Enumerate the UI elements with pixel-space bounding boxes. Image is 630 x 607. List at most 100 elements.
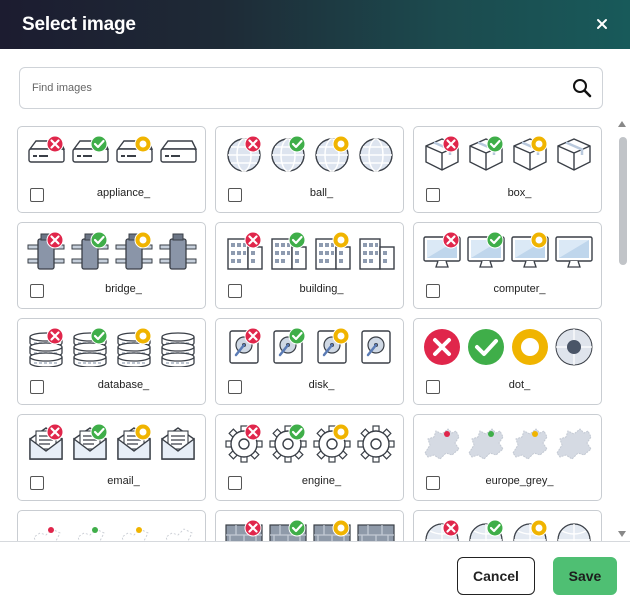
image-card[interactable]: europe_grey_ [413,414,602,501]
image-card[interactable]: database_ [17,318,206,405]
box-warning-icon[interactable] [510,135,550,175]
image-checkbox[interactable] [228,380,242,394]
image-card[interactable]: dot_ [413,318,602,405]
image-checkbox[interactable] [426,284,440,298]
engine-warning-icon[interactable] [312,423,352,463]
image-card[interactable]: ball_ [215,126,404,213]
map-sketch-warning-icon[interactable] [114,519,154,541]
image-checkbox[interactable] [228,284,242,298]
image-checkbox[interactable] [426,476,440,490]
computer-error-icon[interactable] [422,231,462,271]
image-checkbox[interactable] [228,476,242,490]
dot-warning-icon[interactable] [510,327,550,367]
ball-warning-icon[interactable] [312,135,352,175]
appliance-ok-icon[interactable] [70,135,110,175]
engine-error-icon[interactable] [224,423,264,463]
image-checkbox[interactable] [228,188,242,202]
scroll-down-arrow-icon[interactable] [618,531,626,537]
disk-error-icon[interactable] [224,327,264,367]
bridge-error-icon[interactable] [26,231,66,271]
firewall-ok-icon[interactable] [268,519,308,541]
scroll-up-arrow-icon[interactable] [618,121,626,127]
computer-warning-icon[interactable] [510,231,550,271]
disk-warning-icon[interactable] [312,327,352,367]
globe-warning-icon[interactable] [510,519,550,541]
bridge-plain-icon[interactable] [158,231,198,271]
image-card[interactable]: email_ [17,414,206,501]
search-icon[interactable] [562,68,602,108]
globe-plain-icon[interactable] [554,519,594,541]
box-error-icon[interactable] [422,135,462,175]
dot-ok-icon[interactable] [466,327,506,367]
email-error-icon[interactable] [26,423,66,463]
image-card[interactable] [413,510,602,541]
box-ok-icon[interactable] [466,135,506,175]
image-variants [422,135,594,175]
image-checkbox[interactable] [30,188,44,202]
engine-plain-icon[interactable] [356,423,396,463]
database-plain-icon[interactable] [158,327,198,367]
email-warning-icon[interactable] [114,423,154,463]
appliance-warning-icon[interactable] [114,135,154,175]
appliance-error-icon[interactable] [26,135,66,175]
image-checkbox[interactable] [426,380,440,394]
image-card[interactable]: engine_ [215,414,404,501]
ball-ok-icon[interactable] [268,135,308,175]
building-plain-icon[interactable] [356,231,396,271]
image-checkbox[interactable] [426,188,440,202]
map-sketch-plain-icon[interactable] [158,519,198,541]
image-card[interactable]: appliance_ [17,126,206,213]
close-icon[interactable] [592,14,612,34]
select-image-dialog: Select image appliance_ [0,0,630,607]
bridge-ok-icon[interactable] [70,231,110,271]
scrollbar[interactable] [615,117,630,541]
image-grid: appliance_ ball_ box_ bridge_ building_ … [17,126,602,541]
map-sketch-error-icon[interactable] [26,519,66,541]
image-card[interactable]: building_ [215,222,404,309]
scrollbar-thumb[interactable] [619,137,627,265]
image-card[interactable]: box_ [413,126,602,213]
image-card[interactable]: bridge_ [17,222,206,309]
globe-error-icon[interactable] [422,519,462,541]
box-plain-icon[interactable] [554,135,594,175]
building-ok-icon[interactable] [268,231,308,271]
disk-plain-icon[interactable] [356,327,396,367]
image-card[interactable]: computer_ [413,222,602,309]
email-ok-icon[interactable] [70,423,110,463]
database-warning-icon[interactable] [114,327,154,367]
globe-ok-icon[interactable] [466,519,506,541]
image-card[interactable]: disk_ [215,318,404,405]
disk-ok-icon[interactable] [268,327,308,367]
email-plain-icon[interactable] [158,423,198,463]
save-button[interactable]: Save [553,557,617,595]
database-error-icon[interactable] [26,327,66,367]
image-checkbox[interactable] [30,476,44,490]
ball-error-icon[interactable] [224,135,264,175]
bridge-warning-icon[interactable] [114,231,154,271]
map-sketch-ok-icon[interactable] [70,519,110,541]
computer-ok-icon[interactable] [466,231,506,271]
dot-error-icon[interactable] [422,327,462,367]
europe-error-icon[interactable] [422,423,462,463]
firewall-warning-icon[interactable] [312,519,352,541]
firewall-error-icon[interactable] [224,519,264,541]
firewall-plain-icon[interactable] [356,519,396,541]
image-checkbox[interactable] [30,380,44,394]
building-warning-icon[interactable] [312,231,352,271]
cancel-button[interactable]: Cancel [457,557,535,595]
building-error-icon[interactable] [224,231,264,271]
engine-ok-icon[interactable] [268,423,308,463]
image-checkbox[interactable] [30,284,44,298]
appliance-plain-icon[interactable] [158,135,198,175]
image-variants [26,231,198,271]
image-card[interactable] [17,510,206,541]
europe-plain-icon[interactable] [554,423,594,463]
database-ok-icon[interactable] [70,327,110,367]
europe-warning-icon[interactable] [510,423,550,463]
europe-ok-icon[interactable] [466,423,506,463]
search-input[interactable] [20,68,562,108]
image-card[interactable] [215,510,404,541]
computer-plain-icon[interactable] [554,231,594,271]
ball-plain-icon[interactable] [356,135,396,175]
dot-plain-icon[interactable] [554,327,594,367]
